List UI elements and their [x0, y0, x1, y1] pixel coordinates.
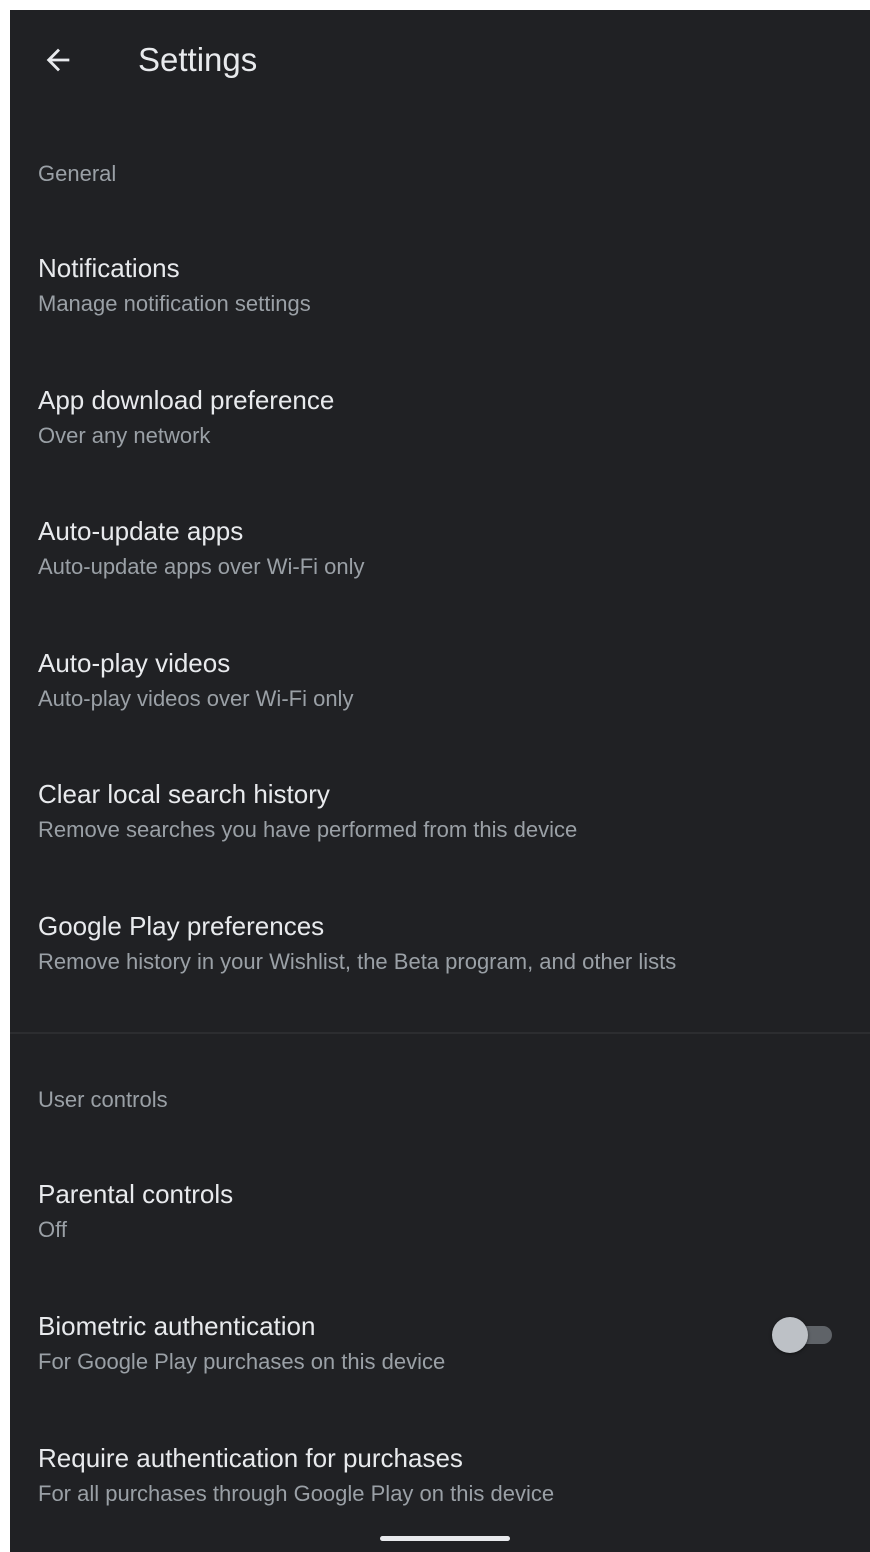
item-title: Biometric authentication [38, 1311, 316, 1341]
item-title: Google Play preferences [38, 911, 325, 941]
item-subtitle: Manage notification settings [38, 291, 311, 316]
section-header-user-controls: User controls [38, 1087, 168, 1112]
item-title: Require authentication for purchases [38, 1443, 463, 1473]
item-subtitle: For all purchases through Google Play on… [38, 1481, 555, 1506]
settings-item-auto-update-apps[interactable]: Auto-update apps Auto-update apps over W… [10, 495, 870, 607]
settings-item-app-download-preference[interactable]: App download preference Over any network [10, 364, 870, 476]
item-subtitle: Off [38, 1217, 67, 1242]
item-title: App download preference [38, 385, 335, 415]
item-title: Parental controls [38, 1179, 234, 1209]
settings-item-clear-search-history[interactable]: Clear local search history Remove search… [10, 758, 870, 870]
settings-item-require-authentication[interactable]: Require authentication for purchases For… [10, 1422, 870, 1534]
arrow-back-icon [46, 48, 70, 72]
item-subtitle: Remove searches you have performed from … [38, 817, 578, 842]
settings-screen: Settings General Notifications Manage no… [10, 10, 870, 1552]
settings-item-biometric-authentication[interactable]: Biometric authentication For Google Play… [10, 1290, 870, 1402]
item-title: Auto-play videos [38, 648, 231, 678]
gesture-navigation-bar[interactable] [380, 1536, 510, 1541]
settings-item-google-play-preferences[interactable]: Google Play preferences Remove history i… [10, 890, 870, 1002]
section-header-general: General [38, 161, 117, 186]
item-subtitle: For Google Play purchases on this device [38, 1349, 446, 1374]
item-subtitle: Over any network [38, 423, 211, 448]
item-subtitle: Remove history in your Wishlist, the Bet… [38, 949, 677, 974]
toggle-thumb [772, 1317, 808, 1353]
app-bar: Settings [10, 10, 870, 114]
settings-item-notifications[interactable]: Notifications Manage notification settin… [10, 232, 870, 344]
item-subtitle: Auto-play videos over Wi-Fi only [38, 686, 354, 711]
section-divider [10, 1032, 870, 1034]
item-subtitle: Auto-update apps over Wi-Fi only [38, 554, 365, 579]
item-title: Notifications [38, 253, 180, 283]
item-title: Auto-update apps [38, 516, 244, 546]
settings-item-parental-controls[interactable]: Parental controls Off [10, 1158, 870, 1270]
item-title: Clear local search history [38, 779, 330, 809]
biometric-toggle-switch[interactable] [772, 1316, 834, 1354]
settings-item-auto-play-videos[interactable]: Auto-play videos Auto-play videos over W… [10, 627, 870, 739]
back-button[interactable] [34, 36, 82, 84]
page-title: Settings [138, 41, 258, 78]
